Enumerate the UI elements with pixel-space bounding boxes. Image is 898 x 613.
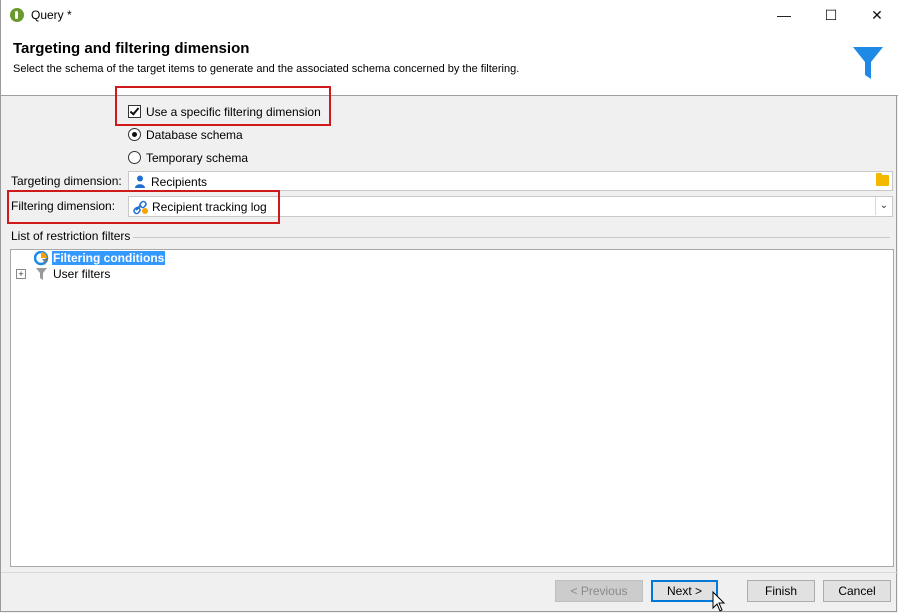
radio-unselected-icon[interactable] (128, 151, 141, 164)
restriction-filters-label: List of restriction filters (11, 229, 134, 243)
close-button[interactable]: ✕ (854, 0, 898, 31)
funnel-icon (36, 268, 47, 280)
expand-icon[interactable]: + (16, 269, 26, 279)
filter-conditions-icon (34, 251, 49, 266)
footer-divider (1, 572, 898, 573)
title-bar: Query * — ☐ ✕ (1, 0, 898, 31)
mouse-cursor-icon (712, 591, 726, 612)
targeting-dimension-label: Targeting dimension: (11, 174, 122, 188)
window-title: Query * (31, 8, 72, 22)
query-dialog: Query * — ☐ ✕ Targeting and filtering di… (0, 0, 898, 612)
tree-item-filtering-conditions[interactable]: Filtering conditions (52, 250, 166, 266)
radio-selected-icon[interactable] (128, 128, 141, 141)
person-icon (135, 175, 145, 188)
restriction-filters-tree[interactable]: Filtering conditions + User filters (10, 249, 894, 567)
highlight-box-filtering (7, 190, 280, 224)
previous-button[interactable]: < Previous (555, 580, 643, 602)
next-button[interactable]: Next > (651, 580, 718, 602)
page-title: Targeting and filtering dimension (13, 40, 250, 57)
minimize-button[interactable]: — (761, 0, 807, 31)
group-divider (11, 237, 890, 238)
radio-label-temporary: Temporary schema (146, 151, 249, 165)
maximize-button[interactable]: ☐ (808, 0, 854, 31)
tree-item-user-filters[interactable]: User filters (53, 266, 110, 282)
finish-button[interactable]: Finish (747, 580, 815, 602)
cancel-button[interactable]: Cancel (823, 580, 891, 602)
targeting-dimension-field[interactable]: Recipients (128, 171, 893, 191)
radio-temporary-schema[interactable]: Temporary schema (128, 151, 248, 167)
chevron-down-icon[interactable]: ⌄ (875, 197, 892, 215)
tree-item-label: User filters (53, 267, 111, 281)
page-subtitle: Select the schema of the target items to… (13, 63, 520, 75)
radio-label-database: Database schema (146, 128, 243, 142)
radio-database-schema[interactable]: Database schema (128, 128, 243, 144)
app-icon (10, 8, 24, 22)
funnel-icon (853, 47, 883, 79)
highlight-box-checkbox (115, 86, 331, 126)
targeting-dimension-value: Recipients (151, 175, 208, 189)
tree-item-label: Filtering conditions (52, 251, 166, 265)
folder-icon[interactable] (876, 173, 889, 186)
